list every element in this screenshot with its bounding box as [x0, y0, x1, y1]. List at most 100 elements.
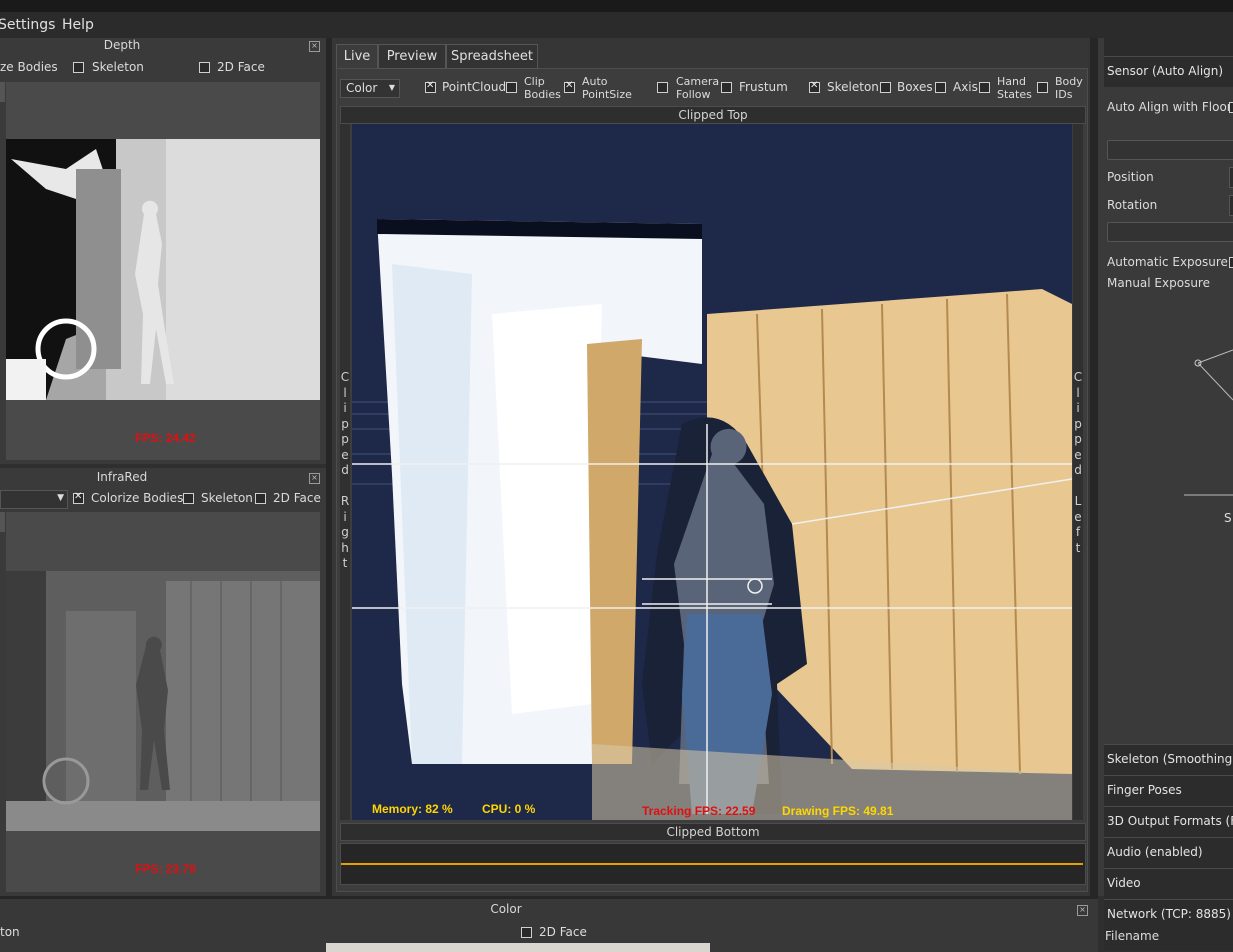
depth-close-icon[interactable]: ×	[309, 41, 320, 52]
auto-align-checkbox[interactable]	[1229, 102, 1233, 113]
diagram-label: S	[1224, 511, 1232, 525]
position-field[interactable]	[1229, 167, 1233, 188]
depth-skeleton-label: Skeleton	[92, 60, 144, 74]
reset-button[interactable]	[1107, 222, 1233, 242]
infrared-2dface-label: 2D Face	[273, 491, 321, 505]
depth-scroll-handle[interactable]	[0, 82, 5, 102]
section-finger-poses[interactable]: Finger Poses	[1104, 775, 1233, 806]
pointcloud-3d-view[interactable]	[352, 124, 1072, 820]
section-sensor[interactable]: Sensor (Auto Align)	[1104, 56, 1233, 87]
clipped-bottom-label: Clipped Bottom	[666, 825, 760, 839]
sensor-orientation-diagram	[1184, 349, 1233, 496]
cpu-stat: CPU: 0 %	[482, 802, 536, 816]
depth-2dface-checkbox[interactable]	[199, 62, 210, 73]
infrared-skeleton-checkbox[interactable]	[183, 493, 194, 504]
depth-2dface-label: 2D Face	[217, 60, 265, 74]
frustum-checkbox[interactable]	[721, 82, 732, 93]
clip-bodies-checkbox[interactable]	[506, 82, 517, 93]
hand-states-label-2: States	[997, 88, 1032, 101]
color-skeleton-label: ton	[0, 925, 20, 939]
color-2dface-label: 2D Face	[539, 925, 587, 939]
chevron-down-icon: ▼	[57, 493, 64, 503]
tracking-fps-stat: Tracking FPS: 22.59	[642, 804, 756, 818]
rotation-label: Rotation	[1107, 198, 1158, 212]
pointcloud-checkbox[interactable]	[425, 80, 436, 93]
memory-stat: Memory: 82 %	[372, 802, 453, 816]
body-ids-label-1: Body	[1055, 75, 1083, 88]
body-ids-label-2: IDs	[1055, 88, 1073, 101]
section-skeleton[interactable]: Skeleton (Smoothing)	[1104, 744, 1233, 775]
auto-exposure-checkbox[interactable]	[1229, 257, 1233, 268]
splitter-right[interactable]	[1090, 38, 1098, 896]
color-2dface-checkbox[interactable]	[521, 927, 532, 938]
hand-states-checkbox[interactable]	[979, 82, 990, 93]
skeleton-label: Skeleton	[827, 80, 879, 94]
tab-preview[interactable]: Preview	[378, 44, 446, 69]
section-video[interactable]: Video	[1104, 868, 1233, 899]
infrared-2dface-checkbox[interactable]	[255, 493, 266, 504]
clipped-right-label: Clipped Right	[340, 370, 350, 570]
boxes-label: Boxes	[897, 80, 933, 94]
section-audio[interactable]: Audio (enabled)	[1104, 837, 1233, 868]
rotation-field[interactable]	[1229, 195, 1233, 216]
frustum-label: Frustum	[739, 80, 788, 94]
camera-follow-checkbox[interactable]	[657, 82, 668, 93]
infrared-colorize-label: Colorize Bodies	[91, 491, 184, 505]
filename-label: Filename	[1105, 929, 1160, 943]
clip-bodies-label-1: Clip	[524, 75, 545, 88]
infrared-mode-select[interactable]: ▼	[0, 490, 68, 509]
infrared-image	[6, 571, 320, 831]
auto-pointsize-label-2: PointSize	[582, 88, 632, 101]
section-finger-poses-label: Finger Poses	[1107, 783, 1182, 797]
section-3d-output[interactable]: 3D Output Formats (Fi	[1104, 806, 1233, 837]
auto-pointsize-label-1: Auto	[582, 75, 608, 88]
depth-skeleton-checkbox[interactable]	[73, 62, 84, 73]
clipped-top-bar[interactable]: Clipped Top	[340, 106, 1086, 124]
menu-help[interactable]: Help	[62, 17, 94, 33]
clipped-bottom-bar[interactable]: Clipped Bottom	[340, 823, 1086, 841]
timeline-track[interactable]	[340, 843, 1086, 885]
body-ids-checkbox[interactable]	[1037, 82, 1048, 93]
position-label: Position	[1107, 170, 1154, 184]
section-network-label: Network (TCP: 8885)	[1107, 907, 1231, 921]
camera-follow-label-1: Camera	[676, 75, 720, 88]
depth-viewport	[6, 82, 320, 460]
right-panel-title	[1104, 38, 1233, 56]
auto-exposure-label: Automatic Exposure	[1107, 255, 1228, 269]
align-button[interactable]	[1107, 140, 1233, 160]
boxes-checkbox[interactable]	[880, 82, 891, 93]
color-close-icon[interactable]: ×	[1077, 905, 1088, 916]
view-mode-select[interactable]: Color ▼	[340, 79, 400, 98]
window-title-bar	[0, 0, 1233, 12]
chevron-down-icon: ▼	[388, 83, 395, 92]
depth-colorize-label: ze Bodies	[0, 60, 58, 74]
color-panel: Color × ton 2D Face	[0, 896, 1098, 952]
auto-align-label: Auto Align with Floor	[1107, 100, 1232, 114]
clipped-top-label: Clipped Top	[678, 108, 748, 122]
depth-panel-title: Depth	[103, 38, 141, 52]
axis-checkbox[interactable]	[935, 82, 946, 93]
tab-spreadsheet[interactable]: Spreadsheet	[446, 44, 538, 69]
clipped-left-label: Clipped Left	[1073, 370, 1083, 555]
infrared-fps-label: FPS: 23.79	[135, 862, 196, 876]
infrared-viewport	[6, 512, 320, 892]
skeleton-checkbox[interactable]	[809, 80, 820, 93]
section-skeleton-label: Skeleton (Smoothing)	[1107, 752, 1233, 766]
infrared-scroll-handle[interactable]	[0, 512, 5, 532]
clip-bodies-label-2: Bodies	[524, 88, 561, 101]
color-image-preview	[326, 943, 710, 952]
auto-pointsize-checkbox[interactable]	[564, 80, 575, 93]
axis-label: Axis	[953, 80, 978, 94]
pointcloud-label: PointCloud	[442, 80, 507, 94]
menu-settings[interactable]: Settings	[0, 17, 55, 33]
hand-states-label-1: Hand	[997, 75, 1026, 88]
tab-live[interactable]: Live	[336, 44, 378, 68]
view-mode-value: Color	[346, 81, 378, 95]
infrared-panel: InfraRed × ▼ Colorize Bodies Skeleton 2D…	[0, 468, 326, 896]
infrared-colorize-checkbox[interactable]	[73, 491, 84, 504]
color-panel-title: Color	[490, 902, 522, 916]
section-3d-output-label: 3D Output Formats (Fi	[1107, 814, 1233, 828]
infrared-panel-title: InfraRed	[96, 470, 148, 484]
camera-follow-label-2: Follow	[676, 88, 711, 101]
infrared-close-icon[interactable]: ×	[309, 473, 320, 484]
